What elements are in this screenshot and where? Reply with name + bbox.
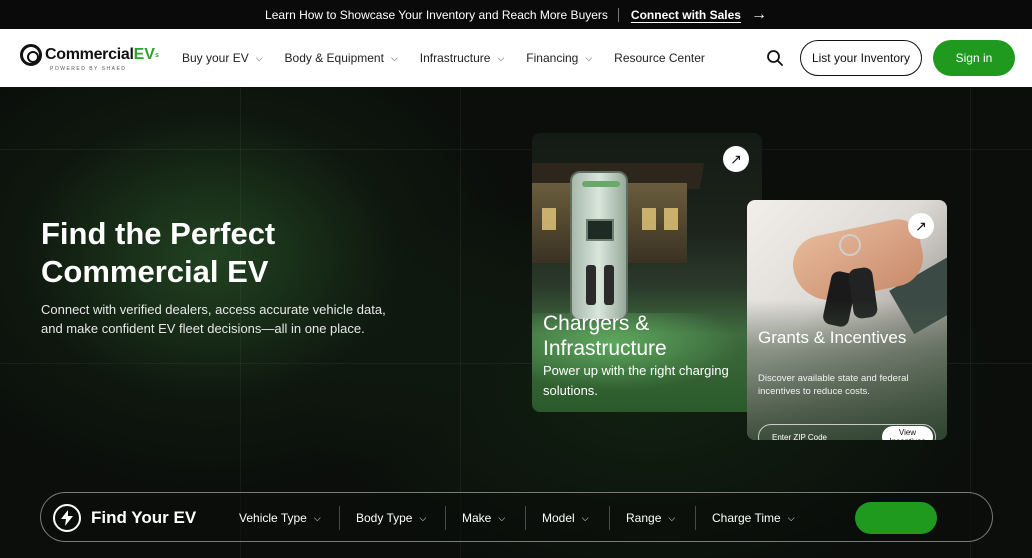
hero-section: Find the Perfect Commercial EV Connect w… — [0, 87, 1032, 558]
grid-line — [970, 87, 971, 558]
arrow-up-right-icon[interactable]: ↗ — [723, 146, 749, 172]
nav-item-label: Infrastructure — [419, 51, 491, 65]
nav-item-infrastructure[interactable]: Infrastructure ⌵ — [420, 51, 505, 65]
search-icon[interactable] — [766, 49, 784, 67]
chevron-down-icon: ⌵ — [585, 52, 593, 63]
chevron-down-icon: ⌵ — [497, 52, 505, 63]
chevron-down-icon: ⌵ — [419, 512, 427, 523]
promo-divider — [617, 7, 619, 22]
filter-label: Range — [626, 511, 662, 525]
lightning-bolt-icon — [53, 504, 81, 532]
filter-divider — [525, 506, 526, 530]
arrow-right-icon[interactable]: → — [751, 6, 767, 23]
nav-item-buy-your-ev[interactable]: Buy your EV ⌵ — [182, 51, 263, 65]
charger-screen — [586, 219, 614, 241]
filter-label: Model — [542, 511, 575, 525]
promo-message: Learn How to Showcase Your Inventory and… — [265, 7, 608, 22]
brand-tagline: POWERED BY SHAED — [50, 66, 127, 72]
chevron-down-icon: ⌵ — [668, 512, 676, 523]
charger-plug — [604, 265, 614, 305]
filter-label: Body Type — [356, 511, 413, 525]
chevron-down-icon: ⌵ — [581, 512, 589, 523]
hero-title: Find the Perfect Commercial EV — [41, 216, 276, 289]
filter-charge-time[interactable]: Charge Time ⌵ — [712, 493, 795, 543]
house-window — [542, 208, 556, 230]
brand-name: Commercial — [45, 46, 134, 63]
nav-item-label: Financing — [526, 51, 579, 65]
finder-title: Find Your EV — [91, 508, 197, 527]
grid-line — [0, 149, 1032, 150]
charger-light — [582, 181, 620, 187]
chevron-down-icon: ⌵ — [787, 512, 795, 523]
arrow-up-right-icon[interactable]: ↗ — [908, 213, 934, 239]
incentives-card[interactable]: ↗ Grants & Incentives Discover available… — [747, 200, 947, 440]
filter-vehicle-type[interactable]: Vehicle Type ⌵ — [239, 493, 321, 543]
brand-ev: EV — [133, 46, 155, 63]
house-window — [664, 208, 678, 230]
ev-charger-illustration — [570, 171, 628, 321]
brand-logo[interactable]: Commercial EV s POWERED BY SHAED — [20, 44, 159, 72]
grid-line — [460, 87, 461, 558]
chevron-down-icon: ⌵ — [390, 52, 398, 63]
nav-item-label: Buy your EV — [182, 51, 249, 65]
filter-label: Make — [462, 511, 492, 525]
list-inventory-button[interactable]: List your Inventory — [800, 40, 922, 76]
brand-superscript: s — [154, 51, 159, 59]
filter-model[interactable]: Model ⌵ — [542, 493, 589, 543]
find-ev-search-button[interactable] — [855, 502, 937, 534]
incentives-card-text: Discover available state and federal inc… — [758, 373, 909, 397]
filter-divider — [695, 506, 696, 530]
chargers-card[interactable]: ↗ Chargers & Infrastructure Power up wit… — [532, 133, 762, 412]
house-window — [642, 208, 656, 230]
chevron-down-icon: ⌵ — [313, 512, 321, 523]
zip-code-input[interactable] — [759, 425, 882, 440]
chargers-card-text: Power up with the right charging solutio… — [543, 363, 729, 398]
key-ring-illustration — [839, 234, 861, 256]
chargers-card-title: Chargers & Infrastructure — [543, 312, 667, 360]
nav-item-financing[interactable]: Financing ⌵ — [526, 51, 592, 65]
ev-finder-bar: Find Your EV Vehicle Type ⌵ Body Type ⌵ Ma… — [40, 492, 993, 542]
nav-item-label: Body & Equipment — [284, 51, 384, 65]
filter-divider — [445, 506, 446, 530]
main-nav: Commercial EV s POWERED BY SHAED Buy you… — [0, 29, 1032, 87]
charger-plug — [586, 265, 596, 305]
card-shade — [747, 300, 947, 440]
filter-body-type[interactable]: Body Type ⌵ — [356, 493, 426, 543]
sign-in-button[interactable]: Sign in — [933, 40, 1015, 76]
nav-item-resource-center[interactable]: Resource Center — [614, 51, 705, 65]
nav-item-body-equipment[interactable]: Body & Equipment ⌵ — [285, 51, 398, 65]
zip-form: View Incentives — [758, 424, 936, 440]
filter-label: Charge Time — [712, 511, 781, 525]
view-incentives-button[interactable]: View Incentives — [882, 426, 933, 440]
chevron-down-icon: ⌵ — [255, 52, 263, 63]
nav-menu: Buy your EV ⌵ Body & Equipment ⌵ Infrastru… — [182, 29, 727, 87]
logo-mark-icon — [20, 44, 42, 66]
filter-divider — [609, 506, 610, 530]
chevron-down-icon: ⌵ — [498, 512, 506, 523]
filter-make[interactable]: Make ⌵ — [462, 493, 505, 543]
filter-range[interactable]: Range ⌵ — [626, 493, 675, 543]
incentives-card-title: Grants & Incentives — [758, 328, 907, 347]
hero-subtitle: Connect with verified dealers, access ac… — [41, 302, 386, 336]
promo-banner: Learn How to Showcase Your Inventory and… — [0, 0, 1032, 29]
filter-label: Vehicle Type — [239, 511, 307, 525]
filter-divider — [339, 506, 340, 530]
connect-sales-link[interactable]: Connect with Sales — [631, 8, 741, 22]
nav-item-label: Resource Center — [614, 51, 705, 65]
